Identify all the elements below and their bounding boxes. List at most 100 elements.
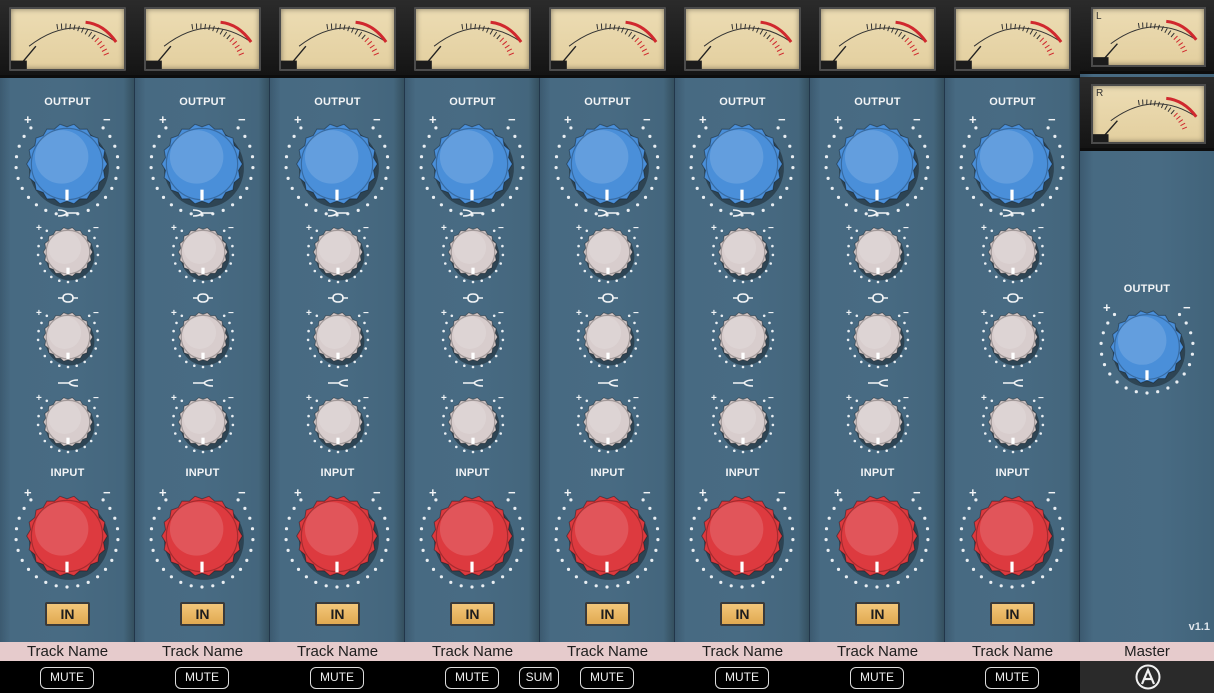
output-knob[interactable]	[13, 110, 121, 218]
eq-high-knob[interactable]	[440, 389, 506, 455]
high-shelf-icon	[326, 377, 350, 389]
output-knob[interactable]	[823, 110, 931, 218]
mid-bell-icon	[461, 292, 485, 304]
eq-mid-knob[interactable]	[35, 304, 101, 370]
eq-low-knob[interactable]	[575, 219, 641, 285]
high-shelf-icon	[56, 377, 80, 389]
input-knob[interactable]	[553, 482, 661, 590]
input-knob[interactable]	[418, 482, 526, 590]
input-label: INPUT	[320, 467, 355, 479]
eq-mid-knob[interactable]	[170, 304, 236, 370]
eq-mid-knob[interactable]	[980, 304, 1046, 370]
in-button[interactable]: IN	[315, 602, 360, 626]
vu-meter	[684, 7, 801, 71]
output-label: OUTPUT	[449, 96, 496, 108]
mute-button[interactable]: MUTE	[310, 667, 364, 689]
version-label: v1.1	[1188, 621, 1210, 633]
eq-low-knob[interactable]	[980, 219, 1046, 285]
low-shelf-icon	[461, 207, 485, 219]
output-label: OUTPUT	[44, 96, 91, 108]
in-button[interactable]: IN	[990, 602, 1035, 626]
mixer-window: OUTPUT + − + − + − + − INPUT + − IN Track Name MUTE OUT…	[0, 0, 1214, 693]
in-button[interactable]: IN	[720, 602, 765, 626]
track-name[interactable]: Track Name	[945, 642, 1080, 661]
mid-bell-icon	[596, 292, 620, 304]
channel-strip: OUTPUT + − + − + − + − INPUT + − IN	[270, 0, 405, 642]
input-label: INPUT	[995, 467, 1030, 479]
input-knob[interactable]	[688, 482, 796, 590]
track-name[interactable]: Track Name	[135, 642, 270, 661]
eq-low-knob[interactable]	[35, 219, 101, 285]
eq-high-knob[interactable]	[35, 389, 101, 455]
output-knob[interactable]	[148, 110, 256, 218]
low-shelf-icon	[1001, 207, 1025, 219]
eq-low-knob[interactable]	[170, 219, 236, 285]
output-knob[interactable]	[418, 110, 526, 218]
vu-meter-left: L	[1091, 7, 1206, 67]
input-label: INPUT	[860, 467, 895, 479]
mute-button[interactable]: MUTE	[40, 667, 94, 689]
track-name[interactable]: Track Name	[0, 642, 135, 661]
sum-button[interactable]: SUM	[519, 667, 559, 689]
low-shelf-icon	[326, 207, 350, 219]
output-knob[interactable]	[688, 110, 796, 218]
eq-high-knob[interactable]	[710, 389, 776, 455]
mute-button[interactable]: MUTE	[175, 667, 229, 689]
eq-low-knob[interactable]	[440, 219, 506, 285]
master-name: Master	[1080, 642, 1214, 661]
mid-bell-icon	[191, 292, 215, 304]
vu-meter-housing	[135, 0, 270, 78]
track-name[interactable]: Track Name	[810, 642, 945, 661]
mid-bell-icon	[866, 292, 890, 304]
input-knob[interactable]	[958, 482, 1066, 590]
track-name[interactable]: Track Name	[405, 642, 540, 661]
vu-meter-right: R	[1091, 84, 1206, 144]
eq-high-knob[interactable]	[845, 389, 911, 455]
track-name[interactable]: Track Name	[675, 642, 810, 661]
output-label: OUTPUT	[314, 96, 361, 108]
eq-high-knob[interactable]	[980, 389, 1046, 455]
eq-mid-knob[interactable]	[845, 304, 911, 370]
high-shelf-icon	[461, 377, 485, 389]
eq-mid-knob[interactable]	[575, 304, 641, 370]
channel-strip: OUTPUT + − + − + − + − INPUT + − IN	[135, 0, 270, 642]
vu-meter	[819, 7, 936, 71]
in-button[interactable]: IN	[45, 602, 90, 626]
eq-high-knob[interactable]	[170, 389, 236, 455]
output-knob[interactable]	[553, 110, 661, 218]
vu-meter-right-housing: R	[1080, 77, 1214, 151]
output-label: OUTPUT	[584, 96, 631, 108]
in-button[interactable]: IN	[855, 602, 900, 626]
mute-button[interactable]: MUTE	[715, 667, 769, 689]
eq-mid-knob[interactable]	[305, 304, 371, 370]
input-knob[interactable]	[823, 482, 931, 590]
eq-low-knob[interactable]	[710, 219, 776, 285]
input-knob[interactable]	[283, 482, 391, 590]
in-button[interactable]: IN	[585, 602, 630, 626]
vu-meter-housing	[810, 0, 945, 78]
in-button[interactable]: IN	[450, 602, 495, 626]
mute-button[interactable]: MUTE	[445, 667, 499, 689]
output-knob[interactable]	[283, 110, 391, 218]
track-name[interactable]: Track Name	[270, 642, 405, 661]
mute-button[interactable]: MUTE	[580, 667, 634, 689]
low-shelf-icon	[866, 207, 890, 219]
master-output-knob[interactable]	[1098, 298, 1196, 396]
vu-meter	[279, 7, 396, 71]
track-name[interactable]: Track Name	[540, 642, 675, 661]
eq-high-knob[interactable]	[575, 389, 641, 455]
input-knob[interactable]	[148, 482, 256, 590]
eq-high-knob[interactable]	[305, 389, 371, 455]
channel-strip: OUTPUT + − + − + − + − INPUT + − IN	[810, 0, 945, 642]
mute-button[interactable]: MUTE	[850, 667, 904, 689]
eq-mid-knob[interactable]	[710, 304, 776, 370]
input-knob[interactable]	[13, 482, 121, 590]
in-button[interactable]: IN	[180, 602, 225, 626]
eq-mid-knob[interactable]	[440, 304, 506, 370]
eq-low-knob[interactable]	[845, 219, 911, 285]
output-knob[interactable]	[958, 110, 1066, 218]
mute-button[interactable]: MUTE	[985, 667, 1039, 689]
eq-low-knob[interactable]	[305, 219, 371, 285]
vu-meter-housing	[405, 0, 540, 78]
meter-channel-label: L	[1096, 11, 1102, 22]
